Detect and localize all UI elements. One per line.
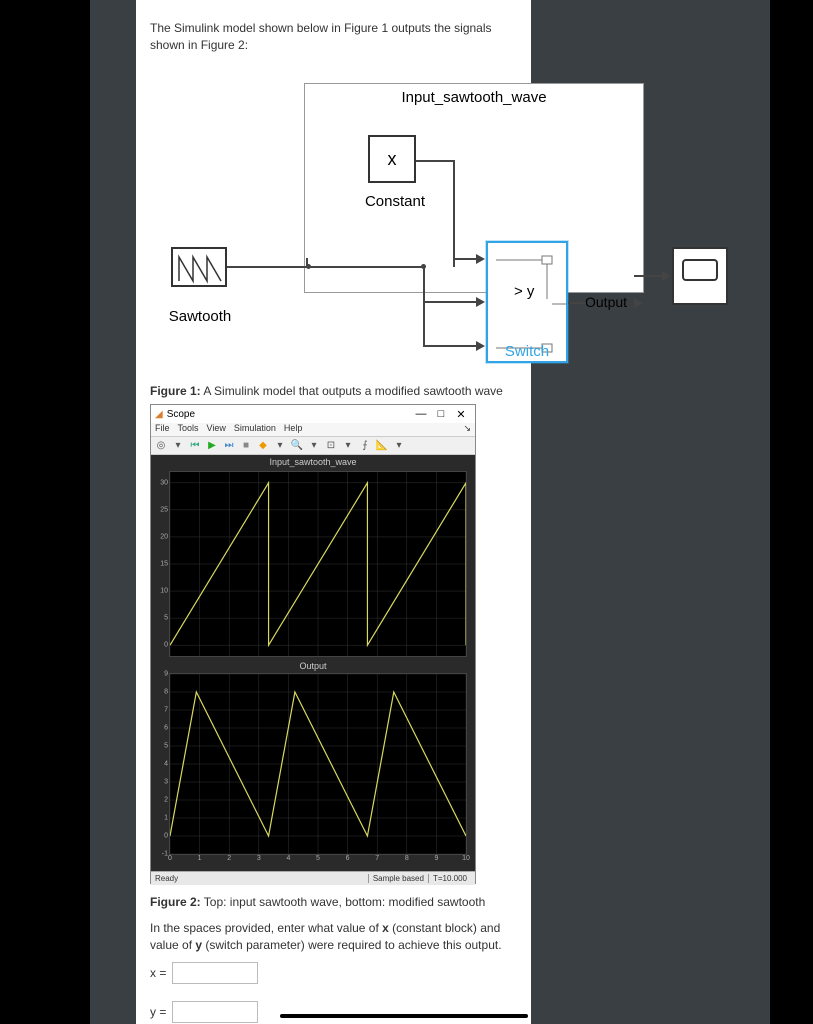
instr-x: x: [382, 921, 389, 935]
status-ready: Ready: [155, 874, 178, 883]
menu-simulation[interactable]: Simulation: [234, 423, 276, 436]
chart-input-sawtooth: 051015202530: [169, 471, 467, 657]
switch-condition-text: > y: [514, 283, 534, 300]
figure-1-diagram: Input_sawtooth_wave x Constant Sawtooth …: [150, 75, 750, 375]
input-subsystem-title: Input_sawtooth_wave: [304, 89, 644, 106]
answer-row-x: x =: [150, 962, 258, 984]
toolbar-settings-icon[interactable]: ◎: [154, 439, 168, 453]
y-input[interactable]: [172, 1001, 258, 1023]
figure-2-caption-text: Top: input sawtooth wave, bottom: modifi…: [201, 895, 486, 909]
scope-titlebar: ◢ Scope — □ ✕: [151, 405, 475, 423]
switch-label: Switch: [486, 343, 568, 360]
scope-block: [672, 247, 728, 305]
toolbar-dropdown-icon[interactable]: ▾: [171, 439, 185, 453]
figure-2-caption-label: Figure 2:: [150, 895, 201, 909]
chart2-title: Output: [151, 659, 475, 673]
matlab-icon: ◢: [155, 409, 163, 420]
toolbar-step-fwd-icon[interactable]: ⏭: [222, 439, 236, 453]
maximize-button[interactable]: □: [431, 408, 451, 420]
menu-view[interactable]: View: [207, 423, 226, 436]
scope-toolbar: ◎ ▾ ⏮ ▶ ⏭ ■ ◆ ▾ 🔍 ▾ ⊡ ▾ ⨍ 📐 ▾: [151, 437, 475, 455]
menu-help[interactable]: Help: [284, 423, 303, 436]
chart1-title: Input_sawtooth_wave: [151, 455, 475, 469]
x-label: x =: [150, 966, 166, 980]
toolbar-sep: ▾: [273, 439, 287, 453]
constant-block: x: [368, 135, 416, 183]
toolbar-measure-icon[interactable]: 📐: [375, 439, 389, 453]
menu-file[interactable]: File: [155, 423, 170, 436]
toolbar-sep4: ▾: [392, 439, 406, 453]
toolbar-cursor-icon[interactable]: ⨍: [358, 439, 372, 453]
instr-pre: In the spaces provided, enter what value…: [150, 921, 382, 935]
status-sample: Sample based: [368, 874, 428, 883]
scope-menubar: File Tools View Simulation Help ↘: [151, 423, 475, 437]
scope-screen-icon: [682, 259, 718, 281]
input-subsystem-box: [304, 83, 644, 293]
toolbar-step-back-icon[interactable]: ⏮: [188, 439, 202, 453]
instruction-text: In the spaces provided, enter what value…: [150, 920, 520, 954]
toolbar-zoom-icon[interactable]: 🔍: [290, 439, 304, 453]
intro-text: The Simulink model shown below in Figure…: [150, 20, 520, 54]
figure-1-caption-text: A Simulink model that outputs a modified…: [201, 384, 503, 398]
constant-value-text: x: [388, 149, 397, 170]
figure-1-caption: Figure 1: A Simulink model that outputs …: [150, 384, 520, 398]
instr-post: (switch parameter) were required to achi…: [202, 938, 501, 952]
x-input[interactable]: [172, 962, 258, 984]
close-button[interactable]: ✕: [451, 408, 471, 421]
output-label: Output: [585, 294, 627, 310]
chart-output: -10123456789012345678910: [169, 673, 467, 855]
figure-2-caption: Figure 2: Top: input sawtooth wave, bott…: [150, 895, 520, 909]
toolbar-sep2: ▾: [307, 439, 321, 453]
sawtooth-block: [171, 247, 227, 287]
menu-tools[interactable]: Tools: [178, 423, 199, 436]
home-indicator: [280, 1014, 528, 1018]
status-time: T=10.000: [428, 874, 471, 883]
figure-1-caption-label: Figure 1:: [150, 384, 201, 398]
answer-row-y: y =: [150, 1001, 258, 1023]
toolbar-run-icon[interactable]: ▶: [205, 439, 219, 453]
y-label: y =: [150, 1005, 166, 1019]
toolbar-autoscale-icon[interactable]: ⊡: [324, 439, 338, 453]
minimize-button[interactable]: —: [411, 408, 431, 420]
constant-label: Constant: [350, 193, 440, 210]
toolbar-highlight-icon[interactable]: ◆: [256, 439, 270, 453]
scope-title-text: Scope: [167, 409, 195, 420]
sawtooth-icon: [173, 249, 229, 289]
toolbar-stop-icon[interactable]: ■: [239, 439, 253, 453]
scope-window: ◢ Scope — □ ✕ File Tools View Simulation…: [150, 404, 476, 884]
sawtooth-label: Sawtooth: [160, 308, 240, 325]
scope-status-bar: Ready Sample basedT=10.000: [151, 871, 475, 885]
scope-body: Input_sawtooth_wave 051015202530 Output …: [151, 455, 475, 871]
menu-expand-icon[interactable]: ↘: [463, 423, 471, 436]
toolbar-sep3: ▾: [341, 439, 355, 453]
